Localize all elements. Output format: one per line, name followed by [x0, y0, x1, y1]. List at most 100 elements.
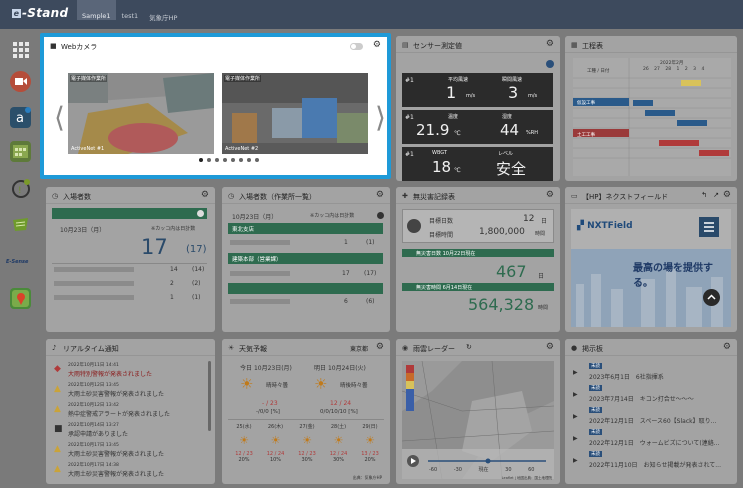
video-camera-icon[interactable] — [10, 71, 31, 92]
external-link-icon[interactable]: ↗ — [713, 191, 719, 199]
sensor-title: センサー測定値 — [413, 42, 462, 50]
list-item[interactable]: ▶ 未読 2023年7月14日 キコン打合せ～～～ — [573, 383, 728, 405]
list-item[interactable]: ▲ 2022年10月12日 13:45 大雨土砂災害警報が発表されました — [54, 381, 204, 401]
gear-icon[interactable]: ⚙ — [546, 39, 554, 49]
list-item[interactable]: ▶ 未読 2023年6月1日 6社指揮系 — [573, 361, 728, 383]
forecast-day: 28(土) ☀ 12 / 24 30% — [325, 423, 353, 463]
info-icon: ● — [571, 344, 578, 352]
app-a-icon[interactable]: a — [10, 107, 31, 128]
gear-icon[interactable]: ⚙ — [546, 342, 554, 352]
entry-total: 17 — [141, 235, 168, 259]
next-icon[interactable] — [546, 60, 554, 68]
list-item[interactable]: ◆ 2022年10月11日 14:41 大雨特別警報が発表されました — [54, 361, 204, 381]
webcam-title: Webカメラ — [61, 43, 98, 51]
flag-icon — [407, 219, 421, 233]
table-icon: ▦ — [571, 41, 578, 49]
caret-right-icon: ▶ — [573, 435, 578, 442]
gear-icon[interactable]: ⚙ — [376, 190, 384, 200]
weekly-forecast: 25(水) ☀ 12 / 23 20% 26(木) ☀ 12 / 24 10% 27(金) ☀… — [230, 423, 384, 463]
sunny-icon: ☀ — [302, 434, 312, 447]
notify-list: ◆ 2022年10月11日 14:41 大雨特別警報が発表されました ▲ 2022年1… — [54, 361, 204, 481]
sunny-icon: ☀ — [333, 434, 344, 447]
app-logo[interactable]: e -Stand — [12, 6, 68, 20]
app-icon: ■ — [54, 424, 63, 434]
safety-days-label: 無災害日数 10月22日現在 — [402, 249, 554, 257]
safety-record-panel: ✚ 無災害記録表 ⚙ 目標日数 目標時間 12 日 1,800,000 時間 無災害… — [396, 187, 560, 332]
entry-count-panel: ◷ 入場者数 ⚙ 10月23日（月） ※カッコ内は日計数 17 (17) 14 (14… — [46, 187, 215, 332]
forecast-day: 27(金) ☀ 12 / 23 30% — [293, 423, 321, 463]
warning-icon: ▲ — [54, 404, 61, 414]
site-group-2[interactable]: 建築本部（営業課） — [228, 253, 383, 264]
webcam-toggle[interactable] — [350, 43, 363, 50]
forecast-day: 26(木) ☀ 12 / 24 10% — [262, 423, 290, 463]
schedule-title: 工程表 — [582, 42, 603, 50]
webcam-feed-1[interactable]: 電子媒体作業所 ActiveNet #1 — [68, 73, 214, 154]
bell-icon: ♪ — [52, 344, 57, 352]
calendar-icon[interactable] — [10, 141, 31, 162]
list-item[interactable]: ■ 2022年10月14日 13:27 承認申請がありました — [54, 421, 204, 441]
radar-map[interactable] — [402, 361, 554, 479]
tab-jma-hp[interactable]: 気象庁HP — [144, 9, 182, 25]
sensor-panel: ▤ センサー測定値 ⚙ #1 平均風速 瞬間風速 1 m/s 3 m/s #1 温度… — [396, 36, 560, 181]
list-item[interactable]: ▶ 未読 2022年11月10日 お知らせ掲載が発表されて... — [573, 449, 728, 471]
menu-icon[interactable] — [699, 217, 719, 237]
refresh-icon[interactable]: ↻ — [466, 343, 472, 351]
gear-icon[interactable]: ⚙ — [376, 342, 384, 352]
gear-icon[interactable]: ⚙ — [201, 190, 209, 200]
nxt-banner-text: 最高の場を提供する。 — [633, 263, 713, 289]
weather-title: 天気予報 — [239, 345, 267, 353]
list-item[interactable]: ▲ 2022年10月12日 13:42 熱中症警戒アラートが発表されました — [54, 401, 204, 421]
safety-hours-label: 無災害時間 6月14日現在 — [402, 283, 554, 291]
sensor-block-wind: #1 平均風速 瞬間風速 1 m/s 3 m/s — [402, 73, 553, 107]
warning-icon: ▲ — [54, 384, 61, 394]
gear-icon[interactable]: ⚙ — [723, 190, 731, 200]
safety-title: 無災害記録表 — [413, 193, 455, 201]
chevron-up-icon[interactable] — [703, 289, 720, 306]
list-item[interactable]: ▲ 2022年10月17日 14:38 大雨土砂災害警報が発表されました — [54, 461, 204, 481]
site-group-1[interactable]: 東北支店 — [228, 223, 383, 234]
forecast-day: 25(水) ☀ 12 / 23 20% — [230, 423, 258, 463]
site-group-3[interactable] — [228, 283, 383, 294]
safety-goal-box: 目標日数 目標時間 12 日 1,800,000 時間 — [402, 209, 554, 243]
list-item[interactable]: ▶ 未読 2022年12月1日 ウォームビズについて(連絡... — [573, 427, 728, 449]
nxt-webview[interactable]: ▞ NXTField 最高の場を提供する。 — [571, 209, 731, 327]
gear-icon[interactable]: ⚙ — [373, 40, 381, 50]
caret-right-icon: ▶ — [573, 391, 578, 398]
map-pin-icon[interactable] — [10, 288, 31, 309]
cart-checklist-icon[interactable] — [10, 215, 31, 236]
warning-icon: ▲ — [54, 444, 61, 454]
carousel-prev-button[interactable]: ⟨ — [54, 101, 65, 134]
window-icon: ▭ — [571, 192, 578, 200]
carousel-next-button[interactable]: ⟩ — [375, 101, 386, 134]
board-title: 掲示板 — [582, 345, 603, 353]
sidebar: a ! E-Sense — [0, 29, 40, 488]
list-item[interactable]: ▲ 2022年10月17日 13:45 大雨土砂災害警報が発表されました — [54, 441, 204, 461]
carousel-dots[interactable] — [197, 158, 261, 162]
list-item[interactable]: ▶ 未読 2022年12月1日 スペース60【Slack】取り... — [573, 405, 728, 427]
scrollbar[interactable] — [208, 361, 211, 431]
schedule-panel: ▦ 工程表 2022年2月 工種 / 日付 26 27 28 1 2 3 4 仮設… — [565, 36, 737, 181]
grid-apps-icon[interactable] — [10, 39, 31, 60]
caret-right-icon: ▶ — [573, 457, 578, 464]
back-icon[interactable]: ↰ — [701, 191, 707, 199]
webcam-feed-2[interactable]: 電子媒体作業所 ActiveNet #2 — [222, 73, 368, 154]
sunny-cloudy-icon: ☀ — [240, 375, 254, 393]
tab-sample1[interactable]: Sample1 — [77, 0, 116, 20]
entry-site-selector[interactable] — [52, 208, 207, 219]
gear-icon[interactable]: ⚙ — [723, 342, 731, 352]
entry-site-panel: ◷ 入場者数（作業所一覧） ⚙ 10月23日（月） ※カッコ内は日計数 東北支店 1… — [222, 187, 390, 332]
timer-icon[interactable]: ! — [10, 178, 31, 199]
camera-icon: ■ — [50, 42, 57, 50]
caret-right-icon: ▶ — [573, 413, 578, 420]
gear-icon[interactable]: ⚙ — [546, 190, 554, 200]
sunny-icon: ☀ — [270, 434, 281, 447]
gantt-chart[interactable] — [573, 58, 731, 176]
sun-icon: ☀ — [228, 344, 235, 352]
bulletin-board-panel: ● 掲示板 ⚙ ▶ 未読 2023年6月1日 6社指揮系 ▶ 未読 2023年7月14日 キ… — [565, 339, 737, 484]
tab-test1[interactable]: test1 — [117, 9, 144, 25]
sunny-icon: ☀ — [365, 434, 375, 447]
nxt-field-panel: ▭ 【HP】ネクストフィールド ↰ ↗ ⚙ ▞ NXTField 最高の場を提供す… — [565, 187, 737, 332]
safety-days: 467 — [496, 262, 527, 281]
next-icon[interactable] — [377, 212, 384, 219]
e-sense-logo[interactable]: E-Sense — [6, 257, 36, 269]
